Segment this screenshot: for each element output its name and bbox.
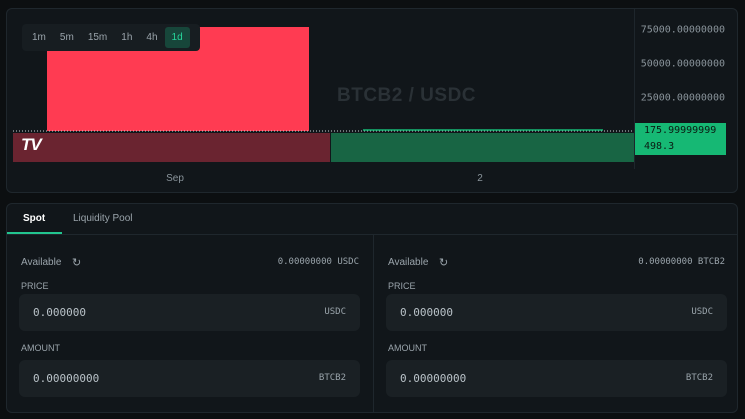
available-balance: 0.00000000 BTCB2 bbox=[638, 257, 725, 267]
timeframe-selector: 1m 5m 15m 1h 4h 1d bbox=[22, 24, 200, 51]
available-label: Available bbox=[21, 257, 62, 268]
price-field[interactable] bbox=[400, 306, 600, 319]
volume-bar-up bbox=[331, 133, 634, 162]
volume-tag: 498.3 bbox=[635, 139, 726, 155]
available-label: Available bbox=[388, 257, 429, 268]
volume-bar-down bbox=[13, 133, 330, 162]
price-tick: 75000.00000000 bbox=[640, 24, 725, 36]
time-label-sep: Sep bbox=[166, 173, 184, 184]
time-label-2: 2 bbox=[477, 173, 483, 184]
pair-watermark: BTCB2 / USDC bbox=[337, 85, 477, 106]
timeframe-15m[interactable]: 15m bbox=[81, 27, 114, 48]
price-label: PRICE bbox=[388, 281, 416, 291]
amount-input[interactable]: BTCB2 bbox=[386, 360, 727, 397]
chart-panel: BTCB2 / USDC TV 1m 5m 15m 1h 4h 1d 75000… bbox=[6, 8, 738, 193]
price-chart[interactable]: BTCB2 / USDC TV 1m 5m 15m 1h 4h 1d bbox=[7, 9, 634, 169]
price-field[interactable] bbox=[33, 306, 233, 319]
timeframe-1h[interactable]: 1h bbox=[114, 27, 139, 48]
price-unit: USDC bbox=[324, 307, 346, 317]
timeframe-1m[interactable]: 1m bbox=[25, 27, 53, 48]
price-unit: USDC bbox=[691, 307, 713, 317]
amount-field[interactable] bbox=[33, 372, 233, 385]
amount-field[interactable] bbox=[400, 372, 600, 385]
buy-form: Available ↻ 0.00000000 USDC PRICE USDC A… bbox=[7, 235, 373, 412]
price-input[interactable]: USDC bbox=[386, 294, 727, 331]
timeframe-5m[interactable]: 5m bbox=[53, 27, 81, 48]
price-label: PRICE bbox=[21, 281, 49, 291]
trade-panel: Spot Liquidity Pool Available ↻ 0.000000… bbox=[6, 203, 738, 413]
available-balance: 0.00000000 USDC bbox=[277, 257, 359, 267]
amount-unit: BTCB2 bbox=[685, 373, 713, 383]
timeframe-1d[interactable]: 1d bbox=[164, 27, 190, 48]
price-axis[interactable]: 75000.00000000 50000.00000000 25000.0000… bbox=[634, 9, 737, 169]
last-price-tag: 175.99999999 bbox=[635, 123, 726, 139]
refresh-icon[interactable]: ↻ bbox=[72, 256, 81, 269]
amount-label: AMOUNT bbox=[21, 343, 60, 353]
amount-unit: BTCB2 bbox=[318, 373, 346, 383]
amount-input[interactable]: BTCB2 bbox=[19, 360, 360, 397]
amount-label: AMOUNT bbox=[388, 343, 427, 353]
tab-spot[interactable]: Spot bbox=[23, 213, 45, 224]
sell-form: Available ↻ 0.00000000 BTCB2 PRICE USDC … bbox=[373, 235, 737, 412]
tradingview-logo[interactable]: TV bbox=[21, 135, 42, 155]
timeframe-4h[interactable]: 4h bbox=[139, 27, 164, 48]
refresh-icon[interactable]: ↻ bbox=[439, 256, 448, 269]
price-tick: 50000.00000000 bbox=[640, 58, 725, 70]
tab-liquidity-pool[interactable]: Liquidity Pool bbox=[73, 213, 132, 224]
trade-tabs: Spot Liquidity Pool bbox=[7, 204, 737, 235]
price-input[interactable]: USDC bbox=[19, 294, 360, 331]
price-tick: 25000.00000000 bbox=[640, 92, 725, 104]
active-tab-indicator bbox=[7, 232, 62, 234]
